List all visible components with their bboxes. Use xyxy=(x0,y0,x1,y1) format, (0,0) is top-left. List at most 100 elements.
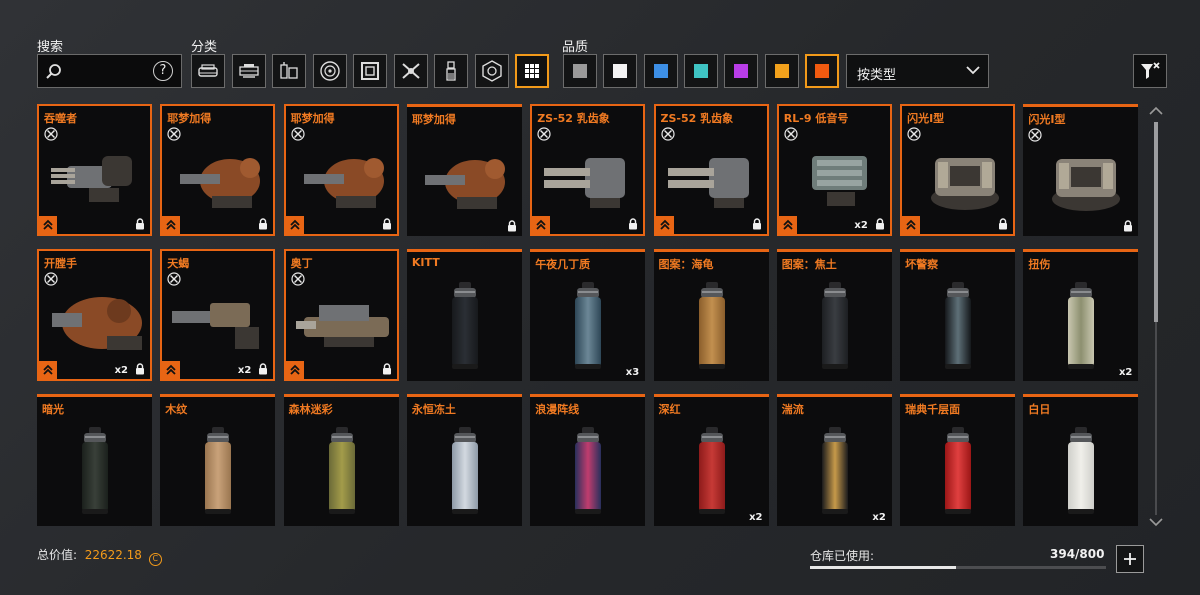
scrollbar[interactable] xyxy=(1147,104,1165,529)
paint-tile[interactable]: 瑞典千层面 xyxy=(900,394,1016,526)
quality-filter-5[interactable] xyxy=(724,54,759,88)
quality-swatch xyxy=(734,64,749,78)
lock-icon xyxy=(999,218,1008,230)
weapon-icon xyxy=(401,63,420,79)
item-name: 开膛手 xyxy=(44,257,77,270)
paint-tile[interactable]: KITT xyxy=(406,249,522,381)
spray-can-image xyxy=(945,282,972,369)
wheel-icon xyxy=(319,61,340,81)
item-name: 闪光I型 xyxy=(907,112,945,125)
rank-chevron-icon xyxy=(532,216,551,234)
category-filter-all[interactable] xyxy=(515,54,549,88)
weapon-image xyxy=(295,305,389,347)
lock-icon xyxy=(629,218,638,230)
item-name: 图案：海龟 xyxy=(658,258,714,271)
coin-icon: C xyxy=(148,553,162,566)
clear-filter-button[interactable] xyxy=(1133,54,1167,88)
equipment-tile[interactable]: 闪光I型 xyxy=(1023,104,1139,236)
category-filter-module[interactable] xyxy=(474,54,509,88)
quality-filter-6[interactable] xyxy=(764,54,799,88)
item-name: 木纹 xyxy=(165,403,188,416)
sort-value: 按类型 xyxy=(857,68,897,83)
paint-tile[interactable]: 扭伤 x2 xyxy=(1023,249,1139,381)
rank-chevron-icon xyxy=(655,216,674,234)
item-name: RL-9 低音号 xyxy=(783,112,849,125)
quality-filter-7[interactable] xyxy=(804,54,839,88)
category-filter-frame[interactable] xyxy=(353,54,387,88)
category-filter-vehicle[interactable] xyxy=(191,54,225,88)
rank-chevron-icon xyxy=(162,216,181,234)
rank-chevron-icon xyxy=(285,216,304,234)
item-count: x2 xyxy=(1118,367,1133,378)
rank-chevron-icon xyxy=(162,361,181,379)
frame-icon xyxy=(361,62,379,80)
equipment-tile[interactable]: ZS-52 乳齿象 xyxy=(653,104,769,236)
item-name: 吞噬者 xyxy=(44,112,77,125)
category-filter-wheel[interactable] xyxy=(312,54,347,88)
item-name: 坏警察 xyxy=(905,258,939,271)
spray-can-image xyxy=(205,427,232,514)
item-count: x2 xyxy=(872,512,886,523)
equipment-tile[interactable]: 吞噬者 xyxy=(37,104,152,236)
category-filter-paint[interactable] xyxy=(434,54,468,88)
lock-icon xyxy=(752,218,761,230)
quality-swatch xyxy=(573,64,587,78)
category-filter-parts[interactable] xyxy=(272,54,306,88)
weapon-image xyxy=(1052,159,1121,211)
paint-tile[interactable]: 湍流 x2 xyxy=(776,394,892,526)
paint-tile[interactable]: 坏警察 xyxy=(900,249,1016,381)
paint-icon xyxy=(446,61,456,81)
filter-clear-icon xyxy=(1141,62,1160,79)
paint-tile[interactable]: 浪漫阵线 xyxy=(530,394,646,526)
storage-bar xyxy=(810,566,1106,569)
category-filter-cabin[interactable] xyxy=(231,54,266,88)
expand-storage-button[interactable] xyxy=(1116,545,1144,573)
paint-tile[interactable]: 图案：焦土 xyxy=(776,249,892,381)
scroll-thumb[interactable] xyxy=(1154,122,1158,322)
item-name: KITT xyxy=(411,256,440,269)
item-count: x2 xyxy=(114,365,128,376)
weapon-image xyxy=(544,158,626,208)
equipment-tile[interactable]: RL-9 低音号 x2 xyxy=(776,104,892,236)
spray-can-image xyxy=(328,427,355,514)
paint-tile[interactable]: 白日 xyxy=(1023,394,1139,526)
item-name: 暗光 xyxy=(42,403,64,416)
search-input[interactable] xyxy=(66,61,156,81)
paint-tile[interactable]: 午夜几丁质 x3 xyxy=(530,249,646,381)
sort-dropdown[interactable]: 按类型 xyxy=(846,54,989,88)
paint-tile[interactable]: 图案：海龟 xyxy=(653,249,769,381)
category-filter-weapon[interactable] xyxy=(393,54,428,88)
rank-chevron-icon xyxy=(39,216,57,234)
lock-icon xyxy=(259,218,268,230)
spray-can-image xyxy=(821,427,848,514)
equipment-tile[interactable]: ZS-52 乳齿象 xyxy=(530,104,646,236)
lock-icon xyxy=(136,218,144,230)
total-amount: 22622.18 xyxy=(84,548,142,562)
paint-tile[interactable]: 深红 x2 xyxy=(653,394,769,526)
equipment-tile[interactable]: 耶梦加得 xyxy=(283,104,399,236)
scroll-up-icon[interactable] xyxy=(1149,106,1163,116)
spray-can-image xyxy=(575,427,602,514)
scroll-down-icon[interactable] xyxy=(1149,517,1163,527)
equipment-tile[interactable]: 天蝎 x2 xyxy=(160,249,276,381)
help-icon[interactable]: ? xyxy=(153,61,173,81)
paint-tile[interactable]: 木纹 xyxy=(160,394,276,526)
quality-filter-2[interactable] xyxy=(603,54,638,88)
item-count: x2 xyxy=(749,512,763,523)
quality-filter-1[interactable] xyxy=(563,54,597,88)
weapon-image xyxy=(51,156,132,202)
paint-tile[interactable]: 森林迷彩 xyxy=(283,394,399,526)
equipment-tile[interactable]: 耶梦加得 xyxy=(406,104,522,236)
equipment-tile[interactable]: 开膛手 x2 xyxy=(37,249,152,381)
paint-tile[interactable]: 暗光 xyxy=(37,394,152,526)
equipment-tile[interactable]: 耶梦加得 xyxy=(160,104,276,236)
quality-filter-3[interactable] xyxy=(643,54,678,88)
quality-filter-4[interactable] xyxy=(683,54,718,88)
equipment-tile[interactable]: 闪光I型 xyxy=(900,104,1016,236)
all-icon xyxy=(525,64,539,78)
equipment-tile[interactable]: 奥丁 xyxy=(283,249,399,381)
paint-tile[interactable]: 永恒冻土 xyxy=(406,394,522,526)
search-box[interactable]: ? xyxy=(37,54,182,88)
weapon-image xyxy=(811,156,867,206)
lock-icon xyxy=(382,363,391,375)
